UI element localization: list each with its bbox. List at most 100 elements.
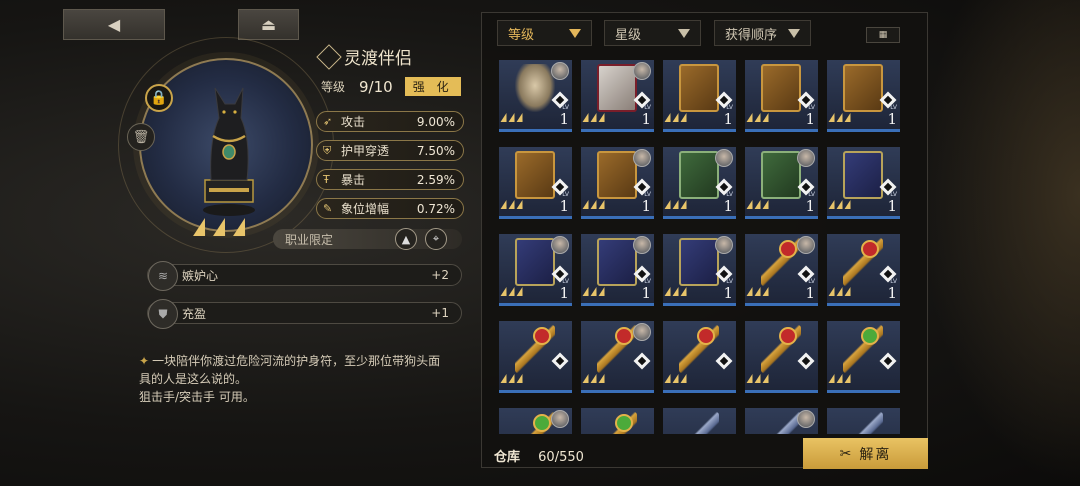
sniper-class-icon[interactable]: ▲ [395, 228, 417, 250]
release-button[interactable]: ✂ 解离 [803, 438, 928, 469]
chevron-down-icon [788, 28, 800, 38]
book-blue-image [515, 238, 555, 286]
menu-button[interactable]: ⏏ [238, 9, 299, 40]
inventory-item[interactable]: LV 1 [827, 147, 900, 219]
inventory-item[interactable]: LV 1 [745, 147, 818, 219]
description-text: 一块陪伴你渡过危险河流的护身符，至少那位带狗头面 [152, 354, 441, 368]
stat-crit: Ŧ 暴击 2.59% [316, 169, 464, 190]
stat-name: 护甲穿透 [341, 144, 390, 158]
bullet-icon: ✦ [139, 354, 150, 368]
item-level-badge: LV 1 [641, 105, 651, 127]
inventory-item[interactable] [827, 408, 900, 434]
chevron-down-icon [678, 28, 690, 38]
inventory-item[interactable] [581, 408, 654, 434]
sort-star-dropdown[interactable]: 星级 [604, 20, 701, 46]
inventory-item[interactable]: LV 1 [581, 147, 654, 219]
inventory-item[interactable]: LV 1 [499, 60, 572, 132]
inventory-item[interactable] [499, 321, 572, 393]
star-icon [844, 374, 854, 383]
star-icon [516, 200, 526, 209]
item-level-badge: LV 1 [805, 279, 815, 301]
class-limit-bar: 职业限定 ▲ ⌖ [273, 228, 462, 250]
dropdown-label: 获得顺序 [725, 27, 778, 43]
equipped-by-avatar [551, 236, 569, 254]
item-level: 1 [559, 284, 569, 302]
inventory-item[interactable] [745, 321, 818, 393]
sort-acquired-dropdown[interactable]: 获得顺序 [714, 20, 811, 46]
rarity-star-icon [213, 218, 231, 236]
equipped-by-avatar [715, 149, 733, 167]
trash-button[interactable]: 🗑 [127, 123, 155, 151]
inventory-item[interactable] [581, 321, 654, 393]
inventory-item[interactable]: LV 1 [499, 234, 572, 306]
perk-name: 嫉妒心 [182, 268, 219, 283]
star-icon [516, 287, 526, 296]
item-stars [828, 113, 854, 122]
inventory-item[interactable]: LV 1 [499, 147, 572, 219]
inventory-grid-viewport[interactable]: LV 1 LV 1 LV 1 LV 1 LV 1 LV 1 LV 1 LV 1 LV 1 LV 1 LV 1 LV 1 LV 1 L… [499, 60, 905, 434]
item-level: 1 [559, 110, 569, 128]
star-icon [680, 200, 690, 209]
inventory-item[interactable] [499, 408, 572, 434]
stat-name: 攻击 [341, 115, 366, 129]
equipped-by-avatar [797, 236, 815, 254]
eject-icon: ⏏ [260, 15, 277, 34]
inventory-item[interactable] [663, 408, 736, 434]
level-label: 等级 [321, 80, 346, 94]
lock-button[interactable]: 🔒 [145, 84, 173, 112]
inventory-item[interactable]: LV 1 [663, 147, 736, 219]
star-icon [762, 287, 772, 296]
book-brown-image [597, 151, 637, 199]
perk-row[interactable]: ≋ 嫉妒心 +2 [147, 261, 462, 291]
description-line: ✦ 一块陪伴你渡过危险河流的护身符，至少那位带狗头面 [139, 352, 469, 370]
perk-value: +1 [431, 306, 449, 320]
grid-view-button[interactable]: ▦ [866, 27, 900, 43]
storage-count: 60/550 [538, 450, 584, 465]
item-stars [664, 113, 690, 122]
figure-image [515, 64, 555, 112]
inventory-item[interactable]: LV 1 [663, 60, 736, 132]
sort-level-dropdown[interactable]: 等级 [497, 20, 592, 46]
inventory-item[interactable]: LV 1 [745, 60, 818, 132]
inventory-item[interactable] [663, 321, 736, 393]
class-limit-label: 职业限定 [285, 232, 334, 247]
inventory-item[interactable]: LV 1 [663, 234, 736, 306]
rarity-star-icon [193, 218, 211, 236]
item-level-badge: LV 1 [805, 105, 815, 127]
item-stars [828, 374, 854, 383]
equipped-by-avatar [797, 149, 815, 167]
armor-pierce-icon: ⛨ [323, 143, 332, 157]
item-stars [746, 200, 772, 209]
item-name: 灵渡伴侣 [344, 49, 412, 69]
inventory-item[interactable]: LV 1 [827, 60, 900, 132]
enhance-button[interactable]: 强 化 [404, 77, 461, 96]
inventory-item[interactable]: LV 1 [581, 234, 654, 306]
inventory-item[interactable]: LV 1 [745, 234, 818, 306]
item-level: 1 [559, 197, 569, 215]
item-level-badge: LV 1 [559, 105, 569, 127]
inventory-item[interactable]: LV 1 [581, 60, 654, 132]
stat-armor-pierce: ⛨ 护甲穿透 7.50% [316, 140, 464, 161]
inventory-item[interactable] [827, 321, 900, 393]
rarity-stars [193, 218, 251, 236]
item-level: 1 [887, 197, 897, 215]
item-stars [828, 200, 854, 209]
description-line: 具的人是这么说的。 [139, 372, 248, 386]
inventory-item[interactable] [745, 408, 818, 434]
equipped-by-avatar [551, 62, 569, 80]
item-stars [500, 287, 526, 296]
inventory-item[interactable]: LV 1 [827, 234, 900, 306]
item-level-badge: LV 1 [887, 279, 897, 301]
item-stars [500, 374, 526, 383]
star-icon [844, 113, 854, 122]
assault-class-icon[interactable]: ⌖ [425, 228, 447, 250]
book-brown-image [843, 64, 883, 112]
dropdown-label: 星级 [615, 27, 642, 43]
key-red-image [843, 238, 883, 286]
stat-value: 2.59% [416, 172, 455, 187]
key-red-image [515, 325, 555, 373]
item-stars [582, 287, 608, 296]
book-brown-image [515, 151, 555, 199]
perk-row[interactable]: ⛊ 充盈 +1 [147, 299, 462, 329]
back-button[interactable]: ◀ [63, 9, 165, 40]
